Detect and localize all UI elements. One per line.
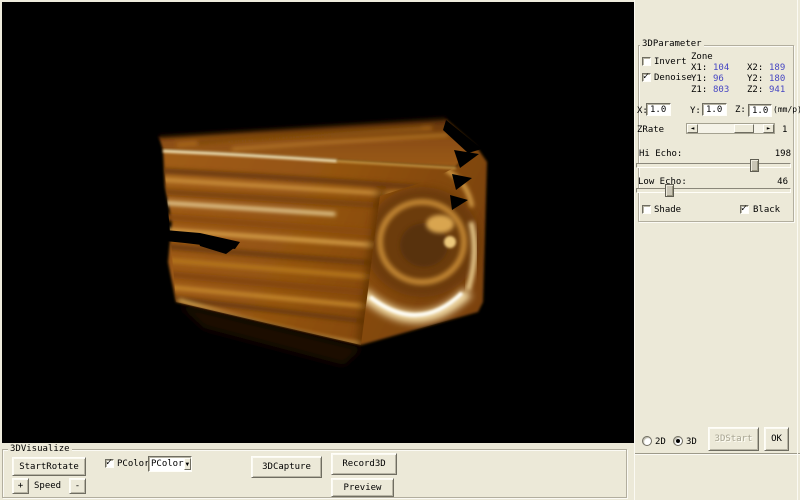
low-echo-slider-track[interactable]: [636, 188, 791, 193]
start-rotate-button[interactable]: StartRotate: [12, 457, 86, 476]
speed-plus-button[interactable]: +: [12, 478, 29, 494]
speed-label: Speed: [34, 481, 61, 491]
pcolor-dropdown[interactable]: PColor ▼: [148, 456, 192, 472]
mode-2d-label: 2D: [655, 437, 666, 447]
black-checkbox[interactable]: ✓: [740, 205, 749, 214]
zrate-scrollbar[interactable]: ◄ ►: [686, 123, 775, 134]
scale-y-input[interactable]: [702, 103, 727, 116]
panel-separator: [635, 453, 800, 455]
volume-render-3d: [2, 2, 634, 443]
render-viewport[interactable]: [2, 2, 634, 443]
app-window: 3DParameter Invert ✓ Denoise Zone X1: 10…: [0, 0, 800, 500]
parameter-groupbox-title: 3DParameter: [640, 39, 704, 49]
zone-z1-value: 803: [713, 85, 729, 95]
hi-echo-slider-thumb[interactable]: [750, 159, 759, 172]
zrate-value: 1: [782, 125, 787, 135]
black-label: Black: [753, 205, 780, 215]
zone-y2-label: Y2:: [747, 74, 763, 84]
zone-x1-label: X1:: [691, 63, 707, 73]
zone-x2-value: 189: [769, 63, 785, 73]
zone-z1-label: Z1:: [691, 85, 707, 95]
invert-checkbox[interactable]: [642, 57, 651, 66]
check-icon: ✓: [105, 459, 113, 467]
zrate-label: ZRate: [637, 125, 664, 135]
window-right-edge: [797, 0, 798, 500]
speed-minus-button[interactable]: -: [69, 478, 86, 494]
dropdown-arrow-icon[interactable]: ▼: [184, 458, 191, 470]
scale-y-label: Y:: [690, 106, 701, 116]
pcolor-dropdown-value: PColor: [149, 459, 184, 469]
hi-echo-value: 198: [753, 149, 791, 159]
low-echo-label: Low Echo:: [638, 177, 687, 187]
low-echo-slider-thumb[interactable]: [665, 184, 674, 197]
low-echo-value: 46: [753, 177, 788, 187]
zrate-right-arrow-icon[interactable]: ►: [763, 124, 774, 133]
denoise-checkbox[interactable]: ✓: [642, 73, 651, 82]
zone-x1-value: 104: [713, 63, 729, 73]
hi-echo-label: Hi Echo:: [639, 149, 682, 159]
scale-z-label: Z:: [735, 105, 746, 115]
zrate-left-arrow-icon[interactable]: ◄: [687, 124, 698, 133]
zone-y2-value: 180: [769, 74, 785, 84]
mode-3d-label: 3D: [686, 437, 697, 447]
capture-3d-button[interactable]: 3DCapture: [251, 456, 322, 478]
visualize-panel: 3DVisualize StartRotate + Speed - ✓ PCol…: [0, 443, 634, 500]
check-icon: ✓: [642, 73, 650, 81]
scale-z-input[interactable]: [748, 104, 772, 117]
parameter-panel: 3DParameter Invert ✓ Denoise Zone X1: 10…: [634, 0, 800, 500]
shade-checkbox[interactable]: [642, 205, 651, 214]
pcolor-label: PColor: [117, 459, 150, 469]
zone-y1-value: 96: [713, 74, 724, 84]
start-3d-button[interactable]: 3DStart: [708, 427, 759, 451]
zone-x2-label: X2:: [747, 63, 763, 73]
zone-title: Zone: [691, 52, 713, 62]
check-icon: ✓: [740, 205, 748, 213]
mode-2d-radio[interactable]: [642, 436, 652, 446]
pcolor-checkbox[interactable]: ✓: [105, 459, 114, 468]
invert-label: Invert: [654, 57, 687, 67]
zrate-thumb[interactable]: [734, 124, 754, 133]
record-3d-button[interactable]: Record3D: [331, 453, 397, 475]
shade-label: Shade: [654, 205, 681, 215]
zone-y1-label: Y1:: [691, 74, 707, 84]
zone-z2-label: Z2:: [747, 85, 763, 95]
scale-unit-label: (mm/p): [773, 105, 800, 115]
mode-3d-radio[interactable]: [673, 436, 683, 446]
denoise-label: Denoise: [654, 73, 692, 83]
hi-echo-slider-track[interactable]: [636, 163, 791, 168]
scale-x-input[interactable]: [646, 103, 671, 116]
zone-z2-value: 941: [769, 85, 785, 95]
ok-button[interactable]: OK: [764, 427, 789, 451]
visualize-groupbox-title: 3DVisualize: [8, 444, 72, 454]
preview-button[interactable]: Preview: [331, 478, 394, 497]
